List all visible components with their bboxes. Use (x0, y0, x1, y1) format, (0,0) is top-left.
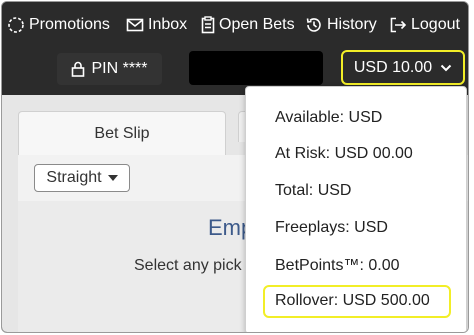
promotions-icon (8, 17, 24, 33)
tab-bet-slip[interactable]: Bet Slip (18, 111, 226, 156)
menu-item-available[interactable]: Available: USD (275, 109, 382, 127)
lock-icon (72, 61, 85, 77)
balance-dropdown-menu: Available: USD At Risk: USD 00.00 Total:… (245, 86, 467, 332)
nav-history[interactable]: History (305, 14, 377, 36)
pin-label: PIN **** (91, 60, 148, 77)
empty-text: Select any pick (134, 257, 242, 274)
nav-logout-label: Logout (411, 16, 460, 33)
nav-open-bets[interactable]: Open Bets (201, 14, 295, 36)
tab-bet-slip-label: Bet Slip (94, 125, 150, 142)
logout-icon (390, 17, 407, 33)
clipboard-icon (201, 16, 215, 34)
nav-inbox[interactable]: Inbox (126, 14, 187, 36)
menu-item-betpoints[interactable]: BetPoints™: 0.00 (275, 257, 400, 275)
nav-history-label: History (327, 16, 377, 33)
balance-dropdown-button[interactable]: USD 10.00 (341, 50, 465, 85)
balance-label: USD 10.00 (353, 58, 433, 76)
nav-open-bets-label: Open Bets (219, 16, 295, 33)
pin-display[interactable]: PIN **** (57, 53, 162, 85)
menu-item-freeplays[interactable]: Freeplays: USD (275, 219, 388, 237)
top-nav: Promotions Inbox Open Bets History Logou… (2, 2, 468, 47)
nav-logout[interactable]: Logout (389, 14, 460, 36)
menu-item-at-risk[interactable]: At Risk: USD 00.00 (275, 145, 413, 163)
nav-inbox-label: Inbox (148, 16, 188, 33)
nav-promotions-label: Promotions (29, 16, 110, 33)
mail-icon (126, 18, 144, 32)
menu-item-rollover[interactable]: Rollover: USD 500.00 (275, 292, 430, 310)
caret-down-icon (107, 175, 118, 181)
bet-type-label: Straight (46, 169, 102, 186)
app-window: Promotions Inbox Open Bets History Logou… (1, 1, 469, 333)
nav-promotions[interactable]: Promotions (7, 14, 110, 36)
redacted-account-name (189, 51, 323, 85)
bet-type-select[interactable]: Straight (34, 164, 130, 192)
menu-item-total[interactable]: Total: USD (275, 182, 351, 200)
history-icon (306, 18, 321, 32)
chevron-down-icon (440, 64, 452, 71)
